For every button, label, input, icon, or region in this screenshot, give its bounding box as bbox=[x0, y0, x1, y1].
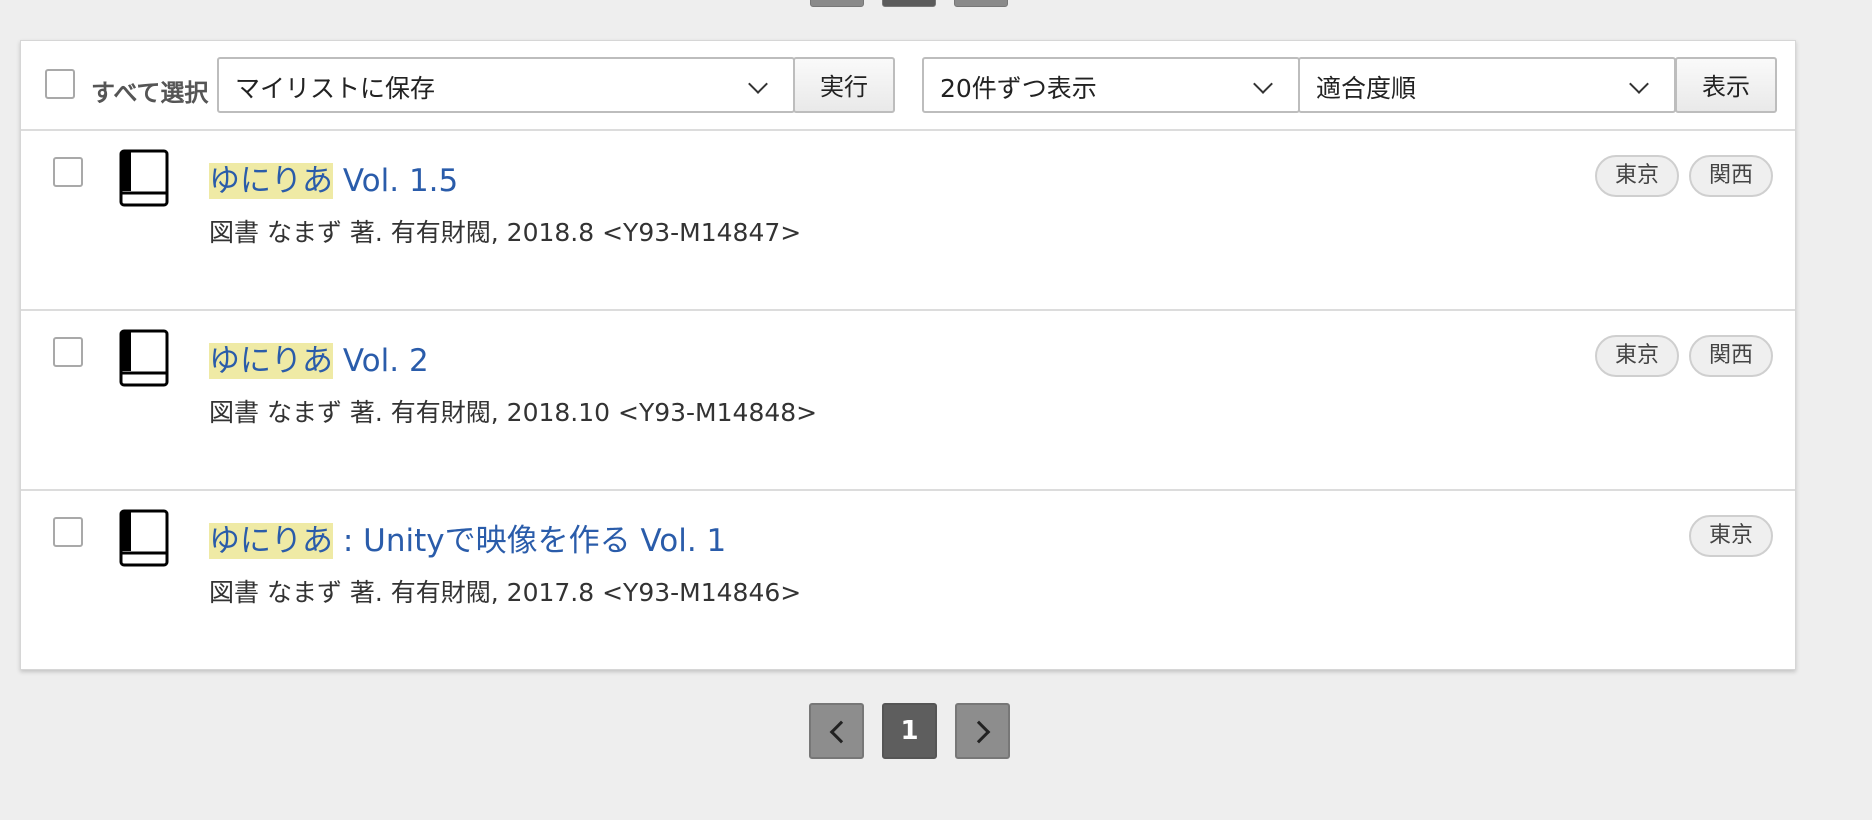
book-icon bbox=[119, 509, 169, 567]
select-all-label: すべて選択 bbox=[91, 79, 209, 107]
title-highlight: ゆにりあ bbox=[209, 343, 333, 379]
location-badge[interactable]: 東京 bbox=[1688, 515, 1773, 557]
sort-select-value: 適合度順 bbox=[1316, 74, 1417, 103]
chevron-left-icon bbox=[829, 720, 853, 744]
result-checkbox[interactable] bbox=[53, 337, 83, 367]
top-next-page-button[interactable] bbox=[954, 0, 1008, 7]
top-prev-page-button[interactable] bbox=[810, 0, 864, 7]
top-current-page-button[interactable] bbox=[882, 0, 936, 7]
location-badge[interactable]: 関西 bbox=[1688, 155, 1773, 197]
execute-button[interactable]: 実行 bbox=[793, 57, 895, 113]
result-meta: 図書 なまず 著. 有有財閥, 2018.10 <Y93-M14848> bbox=[209, 398, 818, 427]
result-title-link[interactable]: ゆにりあ Vol. 1.5 bbox=[209, 155, 458, 200]
top-pagination-remnant bbox=[810, 0, 1008, 7]
current-page-button[interactable]: 1 bbox=[882, 703, 937, 759]
result-row: ゆにりあ Vol. 2 図書 なまず 著. 有有財閥, 2018.10 <Y93… bbox=[21, 311, 1795, 491]
result-meta: 図書 なまず 著. 有有財閥, 2017.8 <Y93-M14846> bbox=[209, 578, 802, 607]
chevron-down-icon bbox=[1629, 74, 1649, 94]
next-page-button[interactable] bbox=[955, 703, 1010, 759]
location-badges: 東京 関西 bbox=[1594, 335, 1773, 377]
result-row: ゆにりあ : Unityで映像を作る Vol. 1 図書 なまず 著. 有有財閥… bbox=[21, 491, 1795, 671]
book-icon bbox=[119, 329, 169, 387]
chevron-right-icon bbox=[967, 720, 991, 744]
results-panel: すべて選択 マイリストに保存 実行 20件ずつ表示 適合度順 表示 ゆにりあ V… bbox=[20, 40, 1796, 670]
per-page-select[interactable]: 20件ずつ表示 bbox=[922, 57, 1300, 113]
per-page-select-value: 20件ずつ表示 bbox=[940, 74, 1097, 103]
result-meta: 図書 なまず 著. 有有財閥, 2018.8 <Y93-M14847> bbox=[209, 218, 802, 247]
result-title-link[interactable]: ゆにりあ : Unityで映像を作る Vol. 1 bbox=[209, 515, 726, 560]
chevron-down-icon bbox=[1253, 74, 1273, 94]
book-icon bbox=[119, 149, 169, 207]
pagination: 1 bbox=[809, 703, 1010, 759]
result-title-link[interactable]: ゆにりあ Vol. 2 bbox=[209, 335, 429, 380]
result-checkbox[interactable] bbox=[53, 517, 83, 547]
select-all-checkbox[interactable] bbox=[45, 69, 75, 99]
location-badges: 東京 bbox=[1688, 515, 1773, 557]
result-checkbox[interactable] bbox=[53, 157, 83, 187]
location-badge[interactable]: 東京 bbox=[1594, 335, 1679, 377]
action-select-value: マイリストに保存 bbox=[235, 74, 436, 103]
title-rest: : Unityで映像を作る Vol. 1 bbox=[333, 523, 727, 559]
result-row: ゆにりあ Vol. 1.5 図書 なまず 著. 有有財閥, 2018.8 <Y9… bbox=[21, 131, 1795, 311]
results-toolbar: すべて選択 マイリストに保存 実行 20件ずつ表示 適合度順 表示 bbox=[21, 41, 1795, 131]
sort-select[interactable]: 適合度順 bbox=[1298, 57, 1676, 113]
display-button[interactable]: 表示 bbox=[1675, 57, 1777, 113]
title-rest: Vol. 1.5 bbox=[333, 163, 459, 199]
title-highlight: ゆにりあ bbox=[209, 523, 333, 559]
title-highlight: ゆにりあ bbox=[209, 163, 333, 199]
title-rest: Vol. 2 bbox=[333, 343, 429, 379]
prev-page-button[interactable] bbox=[809, 703, 864, 759]
location-badge[interactable]: 東京 bbox=[1594, 155, 1679, 197]
action-select[interactable]: マイリストに保存 bbox=[217, 57, 795, 113]
location-badges: 東京 関西 bbox=[1594, 155, 1773, 197]
chevron-down-icon bbox=[748, 74, 768, 94]
location-badge[interactable]: 関西 bbox=[1688, 335, 1773, 377]
